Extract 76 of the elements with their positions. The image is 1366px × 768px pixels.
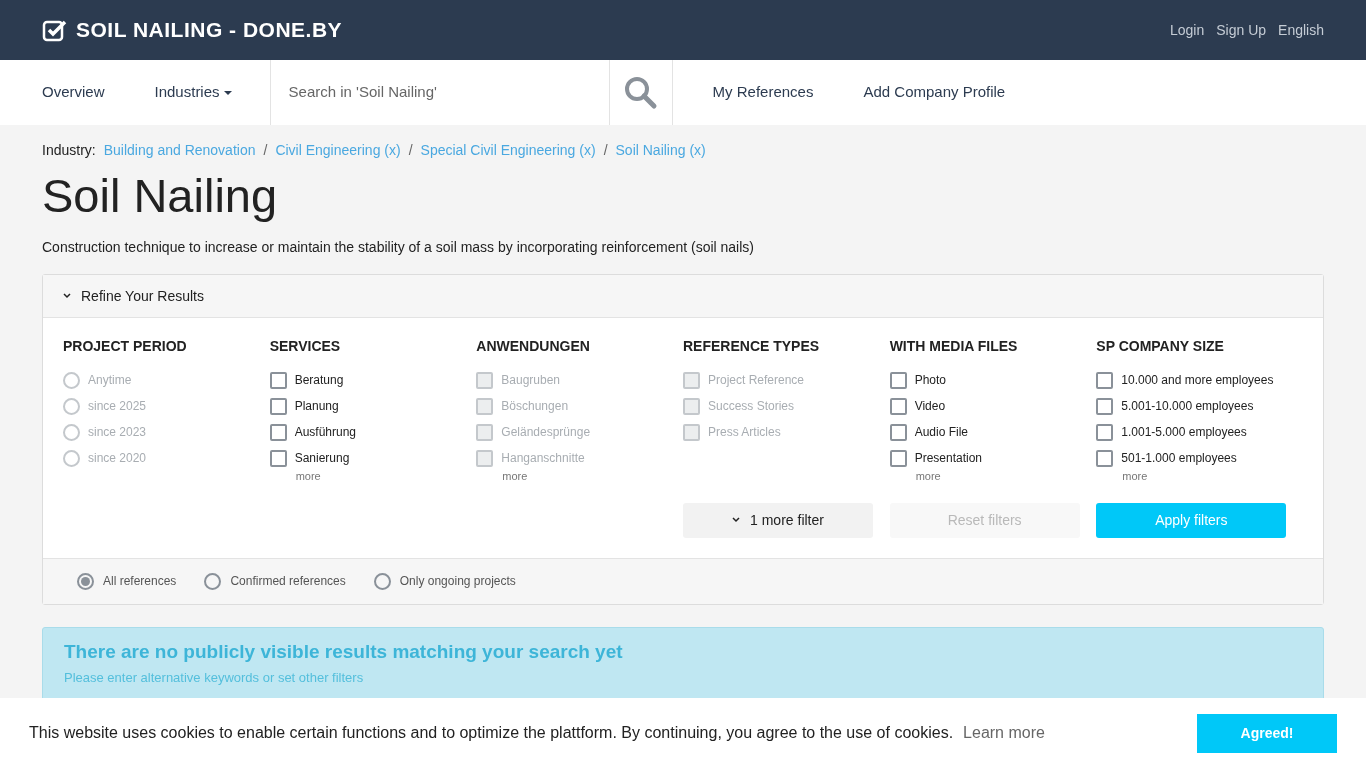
checkbox[interactable] <box>269 449 287 467</box>
option-label: 501-1.000 employees <box>1121 450 1237 467</box>
option-label: Press Articles <box>708 424 781 441</box>
option-label: Geländesprünge <box>501 424 591 441</box>
option-label: Photo <box>914 372 946 389</box>
option-label: All references <box>103 573 177 590</box>
learn-more-link[interactable]: Learn more <box>963 721 1045 745</box>
filter-heading: WITH MEDIA FILES <box>889 337 1019 356</box>
checkbox[interactable] <box>889 397 907 415</box>
option-label: Planung <box>294 398 339 415</box>
breadcrumb-separator: / <box>603 141 608 160</box>
checkbox[interactable] <box>889 371 907 389</box>
brand-title[interactable]: SOIL NAILING - DONE.BY <box>76 14 343 46</box>
breadcrumb-label: Industry: <box>42 141 96 160</box>
option-label: Presentation <box>914 450 983 467</box>
option-label: Beratung <box>294 372 344 389</box>
refine-toggle[interactable]: Refine Your Results <box>43 275 1323 318</box>
checkbox[interactable] <box>1096 449 1114 467</box>
cookie-text: This website uses cookies to enable certain functions and to optimize the plattform. By continuing, you agree to the use of cookies. <box>29 723 954 743</box>
filter-heading: PROJECT PERIOD <box>63 337 188 356</box>
more-link[interactable]: more <box>1122 468 1303 485</box>
checkbox[interactable] <box>269 423 287 441</box>
option-label: Ausführung <box>294 424 357 441</box>
search-icon <box>623 75 658 110</box>
checkbox[interactable] <box>1096 371 1114 389</box>
search-field[interactable]: Search in 'Soil Nailing' <box>269 60 610 125</box>
nav-link[interactable]: Industries <box>154 81 232 104</box>
option-label: Project Reference <box>708 372 805 389</box>
filter-heading: SERVICES <box>269 337 342 356</box>
header-link[interactable]: Sign Up <box>1216 19 1267 41</box>
checkbox[interactable] <box>1096 397 1114 415</box>
radio-button[interactable] <box>77 572 94 590</box>
option-label: Baugruben <box>501 372 561 389</box>
option-label: Sanierung <box>294 450 350 467</box>
nav-link[interactable]: Overview <box>42 81 105 104</box>
checkbox[interactable] <box>889 449 907 467</box>
option-label: 5.001-10.000 employees <box>1121 398 1254 415</box>
nav-link[interactable]: Add Company Profile <box>863 81 1006 104</box>
option-label: 10.000 and more employees <box>1121 372 1274 389</box>
option-label: since 2025 <box>88 398 147 415</box>
checkbox[interactable] <box>269 371 287 389</box>
option-label: since 2020 <box>88 450 147 467</box>
notice-title: There are no publicly visible results matching your search yet <box>64 639 624 664</box>
more-filter-button[interactable]: 1 more filter <box>683 502 873 538</box>
filter-heading: REFERENCE TYPES <box>683 337 821 356</box>
filter-heading: ANWENDUNGEN <box>476 337 591 356</box>
radio-button[interactable] <box>204 572 222 590</box>
notice-text: Please enter alternative keywords or set other filters <box>64 669 365 687</box>
checkbox[interactable] <box>1096 423 1114 441</box>
checkbox[interactable] <box>269 397 287 415</box>
option-label: since 2023 <box>88 424 147 441</box>
option-label: Anytime <box>88 372 132 389</box>
option-label: Success Stories <box>708 398 795 415</box>
checkbox-icon <box>42 18 68 42</box>
checkbox[interactable] <box>889 423 907 441</box>
chevron-icon <box>732 517 741 523</box>
filter-heading: SP COMPANY SIZE <box>1096 337 1225 356</box>
option-label: Only ongoing projects <box>399 573 516 590</box>
more-link[interactable]: more <box>502 468 683 485</box>
page-title: Soil Nailing <box>42 169 279 223</box>
header-link[interactable]: English <box>1278 19 1324 41</box>
chevron-icon <box>63 293 71 299</box>
option-label: Böschungen <box>501 398 569 415</box>
option-label: Audio File <box>914 424 969 441</box>
nav-link[interactable]: My References <box>712 81 814 104</box>
option-label: Confirmed references <box>230 573 346 590</box>
option-label: Video <box>914 398 946 415</box>
header-link[interactable]: Login <box>1170 19 1205 41</box>
more-link[interactable]: more <box>295 468 477 485</box>
radio-button[interactable] <box>373 572 391 590</box>
breadcrumb-separator: / <box>408 141 413 160</box>
option-label: 1.001-5.000 employees <box>1121 424 1247 441</box>
option-label: Hanganschnitte <box>501 450 585 467</box>
description: Construction technique to increase or maintain the stability of a soil mass by incorporating reinforcement (soil nails) <box>42 238 755 257</box>
breadcrumb-separator: / <box>263 141 268 160</box>
more-link[interactable]: more <box>915 468 1097 485</box>
